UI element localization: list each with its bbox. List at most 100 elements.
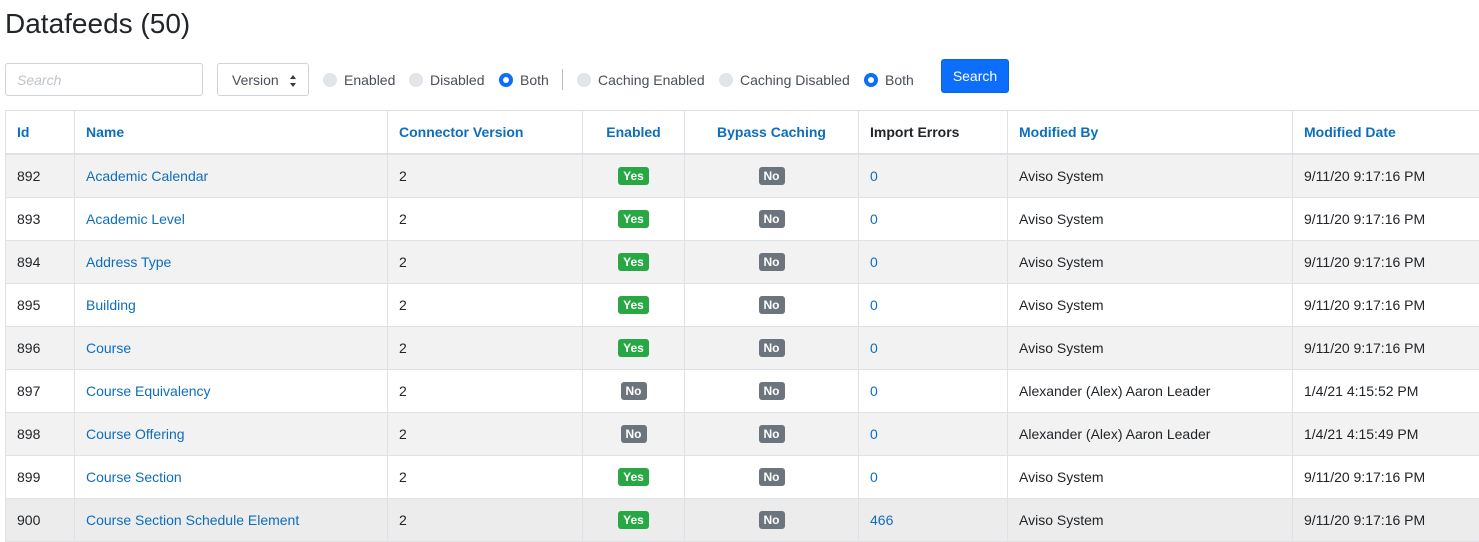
- cell-enabled: Yes: [583, 284, 685, 327]
- datafeed-name-link[interactable]: Course Section: [86, 469, 182, 485]
- cell-bypass-caching: No: [685, 241, 859, 284]
- cell-enabled: Yes: [583, 198, 685, 241]
- import-errors-link[interactable]: 466: [870, 512, 893, 528]
- bypass-caching-badge: No: [759, 468, 785, 486]
- cell-id: 892: [6, 154, 75, 198]
- column-header-connector-version[interactable]: Connector Version: [388, 111, 583, 155]
- datafeeds-table: Id Name Connector Version Enabled Bypass…: [5, 110, 1479, 542]
- cell-import-errors: 0: [859, 413, 1008, 456]
- cell-name: Building: [75, 284, 388, 327]
- cell-connector-version: 2: [388, 198, 583, 241]
- datafeed-name-link[interactable]: Building: [86, 297, 136, 313]
- import-errors-link[interactable]: 0: [870, 297, 878, 313]
- table-row: 895Building2YesNo0Aviso System9/11/20 9:…: [6, 284, 1479, 327]
- cell-modified-by: Alexander (Alex) Aaron Leader: [1008, 413, 1293, 456]
- cell-modified-by: Aviso System: [1008, 154, 1293, 198]
- table-header-row: Id Name Connector Version Enabled Bypass…: [6, 111, 1479, 155]
- bypass-caching-badge: No: [759, 210, 785, 228]
- import-errors-link[interactable]: 0: [870, 426, 878, 442]
- radio-disabled[interactable]: Disabled: [409, 72, 484, 88]
- cell-connector-version: 2: [388, 241, 583, 284]
- search-button[interactable]: Search: [941, 59, 1009, 93]
- radio-caching-disabled[interactable]: Caching Disabled: [719, 72, 850, 88]
- cell-bypass-caching: No: [685, 327, 859, 370]
- radio-circle-icon: [323, 73, 337, 87]
- enabled-badge: Yes: [618, 339, 649, 357]
- enabled-badge: Yes: [618, 468, 649, 486]
- datafeed-name-link[interactable]: Academic Level: [86, 211, 185, 227]
- import-errors-link[interactable]: 0: [870, 383, 878, 399]
- cell-import-errors: 0: [859, 284, 1008, 327]
- enabled-badge: Yes: [618, 296, 649, 314]
- cell-name: Course Offering: [75, 413, 388, 456]
- cell-modified-by: Aviso System: [1008, 499, 1293, 542]
- cell-name: Course: [75, 327, 388, 370]
- cell-enabled: Yes: [583, 327, 685, 370]
- datafeed-name-link[interactable]: Course: [86, 340, 131, 356]
- table-row: 899Course Section2YesNo0Aviso System9/11…: [6, 456, 1479, 499]
- cell-connector-version: 2: [388, 413, 583, 456]
- radio-enabled[interactable]: Enabled: [323, 72, 395, 88]
- cell-id: 896: [6, 327, 75, 370]
- bypass-caching-badge: No: [759, 253, 785, 271]
- table-row: 897Course Equivalency2NoNo0Alexander (Al…: [6, 370, 1479, 413]
- radio-circle-icon: [577, 73, 591, 87]
- import-errors-link[interactable]: 0: [870, 211, 878, 227]
- cell-name: Address Type: [75, 241, 388, 284]
- cell-bypass-caching: No: [685, 154, 859, 198]
- radio-circle-icon: [719, 73, 733, 87]
- cell-enabled: No: [583, 413, 685, 456]
- column-header-id[interactable]: Id: [6, 111, 75, 155]
- cell-connector-version: 2: [388, 284, 583, 327]
- cell-modified-date: 9/11/20 9:17:16 PM: [1293, 198, 1479, 241]
- table-row: 898Course Offering2NoNo0Alexander (Alex)…: [6, 413, 1479, 456]
- cell-modified-date: 9/11/20 9:17:16 PM: [1293, 154, 1479, 198]
- import-errors-link[interactable]: 0: [870, 469, 878, 485]
- version-select[interactable]: Version: [217, 63, 309, 96]
- cell-id: 898: [6, 413, 75, 456]
- column-header-modified-by[interactable]: Modified By: [1008, 111, 1293, 155]
- table-row: 900Course Section Schedule Element2YesNo…: [6, 499, 1479, 542]
- cell-modified-by: Aviso System: [1008, 456, 1293, 499]
- datafeed-name-link[interactable]: Address Type: [86, 254, 171, 270]
- import-errors-link[interactable]: 0: [870, 168, 878, 184]
- enabled-badge: No: [621, 382, 647, 400]
- datafeed-name-link[interactable]: Course Equivalency: [86, 383, 211, 399]
- cell-modified-date: 1/4/21 4:15:52 PM: [1293, 370, 1479, 413]
- cell-connector-version: 2: [388, 499, 583, 542]
- import-errors-link[interactable]: 0: [870, 254, 878, 270]
- bypass-caching-badge: No: [759, 167, 785, 185]
- datafeed-name-link[interactable]: Academic Calendar: [86, 168, 208, 184]
- radio-caching-both[interactable]: Both: [864, 72, 914, 88]
- cell-id: 893: [6, 198, 75, 241]
- cell-enabled: Yes: [583, 241, 685, 284]
- radio-caching-enabled[interactable]: Caching Enabled: [577, 72, 705, 88]
- cell-name: Course Equivalency: [75, 370, 388, 413]
- table-row: 896Course2YesNo0Aviso System9/11/20 9:17…: [6, 327, 1479, 370]
- cell-connector-version: 2: [388, 370, 583, 413]
- radio-label: Enabled: [344, 72, 395, 88]
- cell-modified-date: 9/11/20 9:17:16 PM: [1293, 456, 1479, 499]
- cell-enabled: Yes: [583, 456, 685, 499]
- datafeed-name-link[interactable]: Course Offering: [86, 426, 185, 442]
- import-errors-link[interactable]: 0: [870, 340, 878, 356]
- column-header-modified-date[interactable]: Modified Date: [1293, 111, 1479, 155]
- datafeed-name-link[interactable]: Course Section Schedule Element: [86, 512, 299, 528]
- cell-modified-date: 9/11/20 9:17:16 PM: [1293, 499, 1479, 542]
- enabled-badge: Yes: [618, 210, 649, 228]
- cell-modified-by: Aviso System: [1008, 241, 1293, 284]
- enabled-badge: Yes: [618, 253, 649, 271]
- cell-id: 899: [6, 456, 75, 499]
- column-header-enabled[interactable]: Enabled: [583, 111, 685, 155]
- table-row: 892Academic Calendar2YesNo0Aviso System9…: [6, 154, 1479, 198]
- cell-name: Course Section: [75, 456, 388, 499]
- radio-label: Disabled: [430, 72, 484, 88]
- column-header-name[interactable]: Name: [75, 111, 388, 155]
- cell-modified-date: 9/11/20 9:17:16 PM: [1293, 241, 1479, 284]
- radio-selected-icon: [864, 73, 878, 87]
- search-input[interactable]: [5, 63, 203, 96]
- column-header-bypass-caching[interactable]: Bypass Caching: [685, 111, 859, 155]
- radio-status-both[interactable]: Both: [499, 72, 549, 88]
- cell-connector-version: 2: [388, 327, 583, 370]
- cell-bypass-caching: No: [685, 284, 859, 327]
